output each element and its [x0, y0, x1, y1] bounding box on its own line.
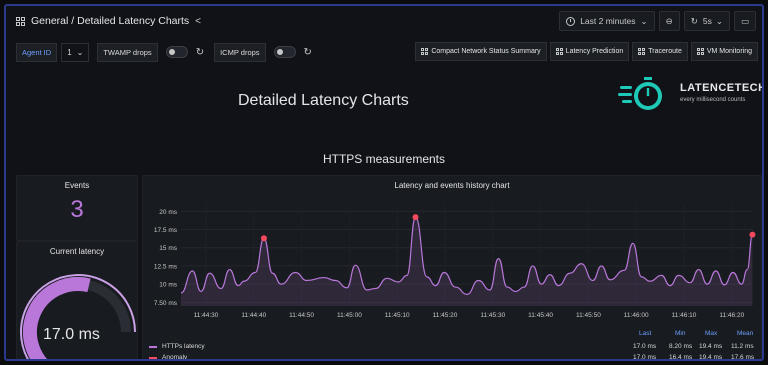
share-icon[interactable]: <	[195, 16, 201, 27]
chevron-down-icon: ⌄	[640, 15, 648, 26]
anomaly-point	[260, 235, 267, 242]
legend-stat-value: 17.6 ms	[731, 354, 755, 361]
legend-item[interactable]: HTTPs latency	[149, 343, 205, 350]
anomaly-point	[412, 214, 419, 221]
current-latency-value: 17.0 ms	[43, 326, 100, 343]
refresh-icon[interactable]: ↻	[196, 47, 204, 58]
latency-chart-panel: Latency and events history chart 7.50 ms…	[142, 175, 763, 361]
x-tick-label: 11:44:50	[289, 312, 314, 319]
link-vm-monitoring[interactable]: VM Monitoring	[690, 42, 758, 61]
x-tick-label: 11:44:40	[241, 312, 266, 319]
legend-stat-value: 11.2 ms	[731, 343, 754, 350]
link-traceroute[interactable]: Traceroute	[632, 42, 688, 61]
events-value: 3	[70, 196, 84, 223]
legend-stat-header: Min	[675, 330, 686, 337]
y-tick-label: 10 ms	[159, 282, 177, 289]
legend-item[interactable]: Anomaly	[149, 354, 188, 361]
events-panel: Events 3	[16, 175, 138, 241]
link-label: Traceroute	[648, 48, 682, 55]
series-area	[181, 217, 753, 306]
dashboard-grid-icon	[421, 48, 429, 55]
dashboard-frame: General / Detailed Latency Charts < Last…	[4, 4, 764, 361]
dashboard-grid-icon	[696, 48, 704, 55]
latency-gauge	[20, 274, 136, 359]
legend-swatch	[149, 345, 157, 348]
agent-id-select[interactable]: 1 ⌄	[61, 42, 90, 62]
link-compact-network-status[interactable]: Compact Network Status Summary	[415, 42, 547, 61]
legend-stat-value: 19.4 ms	[699, 343, 723, 350]
legend-stat-value: 17.0 ms	[633, 343, 657, 350]
y-tick-label: 17.5 ms	[154, 227, 178, 234]
events-title: Events	[64, 181, 90, 190]
x-tick-label: 11:45:30	[480, 312, 505, 319]
current-latency-title: Current latency	[49, 247, 105, 256]
agent-id-label: Agent ID	[16, 42, 58, 62]
x-tick-label: 11:45:50	[576, 312, 601, 319]
top-bar: General / Detailed Latency Charts < Last…	[6, 6, 762, 36]
x-tick-label: 11:45:40	[528, 312, 553, 319]
dashboard-links: Compact Network Status Summary Latency P…	[415, 42, 758, 61]
legend-stat-value: 16.4 ms	[669, 354, 693, 361]
refresh-icon[interactable]: ↻	[304, 47, 312, 58]
x-tick-label: 11:45:20	[433, 312, 458, 319]
x-tick-label: 11:45:00	[337, 312, 362, 319]
chart-title: Latency and events history chart	[394, 181, 510, 190]
y-tick-label: 20 ms	[159, 209, 177, 216]
agent-id-value: 1	[67, 47, 72, 57]
clock-icon	[566, 16, 576, 26]
x-tick-label: 11:46:10	[672, 312, 697, 319]
legend-swatch	[149, 356, 157, 359]
refresh-interval: 5s	[702, 16, 712, 26]
logo-tagline: every millisecond counts	[680, 97, 746, 103]
chevron-down-icon: ⌄	[76, 47, 84, 57]
legend-stat-value: 19.4 ms	[699, 354, 723, 361]
chevron-down-icon: ⌄	[715, 15, 723, 26]
legend-label: HTTPs latency	[162, 343, 205, 350]
monitor-icon: ▭	[740, 15, 749, 26]
tv-mode-button[interactable]: ▭	[733, 11, 756, 31]
dashboard-grid-icon	[638, 48, 646, 55]
twamp-drops-label: TWAMP drops	[97, 42, 158, 62]
logo-name: LATENCETECH	[680, 82, 764, 94]
page-title: Detailed Latency Charts	[238, 92, 409, 109]
legend-stat-header: Mean	[737, 330, 754, 337]
twamp-drops-toggle[interactable]	[165, 46, 188, 58]
icmp-drops-label: ICMP drops	[214, 42, 266, 62]
y-tick-label: 7.50 ms	[154, 300, 178, 307]
legend-stat-header: Max	[705, 330, 718, 337]
icmp-drops-toggle[interactable]	[273, 46, 296, 58]
stopwatch-icon	[618, 77, 662, 110]
y-tick-label: 15 ms	[159, 245, 177, 252]
gauge-fill	[22, 277, 91, 359]
dashboard-grid-icon	[555, 48, 563, 55]
legend-stat-value: 17.0 ms	[633, 354, 657, 361]
dashboard-grid-icon	[16, 16, 25, 26]
zoom-out-button[interactable]: ⊖	[658, 11, 680, 31]
link-label: VM Monitoring	[706, 48, 752, 55]
time-range-picker[interactable]: Last 2 minutes ⌄	[559, 11, 655, 31]
refresh-icon: ↻	[690, 15, 698, 26]
legend-stat-header: Last	[639, 330, 652, 337]
time-range-label: Last 2 minutes	[580, 16, 636, 26]
link-label: Compact Network Status Summary	[431, 48, 541, 55]
link-label: Latency Prediction	[565, 48, 624, 55]
section-title: HTTPS measurements	[322, 152, 446, 166]
variables-bar: Agent ID 1 ⌄ TWAMP drops ↻ ICMP drops ↻	[16, 42, 318, 62]
refresh-button[interactable]: ↻ 5s ⌄	[683, 11, 730, 31]
current-latency-panel: Current latency 17.0 ms	[16, 241, 138, 359]
x-tick-label: 11:45:10	[385, 312, 410, 319]
x-tick-label: 11:46:20	[719, 312, 744, 319]
y-tick-label: 12.5 ms	[154, 263, 178, 270]
zoom-out-icon: ⊖	[665, 15, 673, 26]
anomaly-point	[749, 231, 756, 238]
breadcrumb[interactable]: General / Detailed Latency Charts	[31, 15, 189, 27]
x-tick-label: 11:44:30	[194, 312, 219, 319]
latencetech-logo: LATENCETECH every millisecond counts	[618, 72, 764, 118]
legend-label: Anomaly	[162, 354, 188, 361]
x-tick-label: 11:46:00	[624, 312, 649, 319]
legend-stat-value: 8.20 ms	[669, 343, 693, 350]
link-latency-prediction[interactable]: Latency Prediction	[549, 42, 630, 61]
latency-chart[interactable]: 7.50 ms 10 ms 12.5 ms 15 ms 17.5 ms 20 ms 11:4…	[143, 194, 763, 344]
